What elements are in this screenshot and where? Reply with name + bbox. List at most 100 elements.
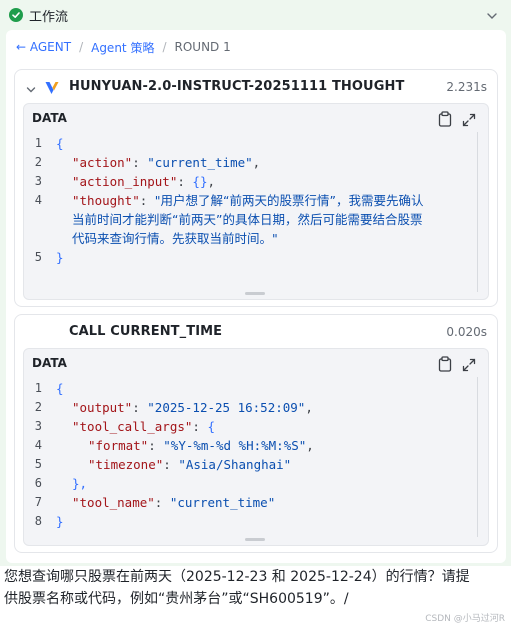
json-colon: :: [132, 155, 148, 170]
json-comma: ,: [252, 155, 261, 170]
code-line-wrap: 代码来查询行情。先获取当前时间。": [24, 229, 488, 248]
workflow-panel: 工作流 ← AGENT / Agent 策略 / ROUND 1 HUNYUAN…: [0, 0, 511, 566]
json-colon: :: [148, 438, 164, 453]
code-content: "action_input": {},: [72, 172, 215, 191]
json-colon: :: [192, 419, 208, 434]
json-colon: :: [163, 457, 179, 472]
breadcrumb-agent-strategy[interactable]: Agent 策略: [91, 39, 154, 56]
json-brace: {: [56, 381, 64, 396]
json-brace: },: [72, 476, 88, 491]
code-line: 2 "output": "2025-12-25 16:52:09",: [24, 398, 488, 417]
json-key: "tool_call_args": [72, 419, 193, 434]
code-line: 8 }: [24, 512, 488, 531]
json-colon: :: [139, 193, 155, 208]
line-number: 2: [34, 400, 42, 414]
json-brace: }: [56, 514, 64, 529]
line-number: 7: [34, 495, 42, 509]
thought-card-title: HUNYUAN-2.0-INSTRUCT-20251111 THOUGHT: [69, 79, 405, 94]
check-circle-icon: [9, 8, 23, 22]
code-line: 4 "format": "%Y-%m-%d %H:%M:%S",: [24, 436, 488, 455]
json-value: "2025-12-25 16:52:09": [147, 400, 306, 415]
thought-card: HUNYUAN-2.0-INSTRUCT-20251111 THOUGHT 2.…: [14, 69, 498, 307]
json-brace: }: [56, 250, 64, 265]
json-key: "output": [72, 400, 133, 415]
line-number: 5: [34, 457, 42, 471]
code-line: 1 {: [24, 379, 488, 398]
json-value: {}: [192, 174, 208, 189]
code-line: 6 },: [24, 474, 488, 493]
json-brace: {: [207, 419, 216, 434]
breadcrumb-separator: /: [162, 40, 167, 54]
chevron-down-icon[interactable]: [25, 81, 37, 93]
code-line: 3 "tool_call_args": {: [24, 417, 488, 436]
json-value: "current_time": [147, 155, 253, 170]
json-colon: :: [132, 400, 148, 415]
call-card-duration: 0.020s: [446, 325, 487, 339]
code-content: "format": "%Y-%m-%d %H:%M:%S",: [88, 436, 314, 455]
resize-handle[interactable]: [245, 292, 265, 295]
json-key: "timezone": [88, 457, 164, 472]
json-key: "action_input": [72, 174, 178, 189]
code-content: "tool_name": "current_time": [72, 493, 275, 512]
json-value-wrap: 当前时间才能判断“前两天”的具体日期，然后可能需要结合股票: [72, 212, 423, 227]
code-line: 5 "timezone": "Asia/Shanghai": [24, 455, 488, 474]
thought-card-duration: 2.231s: [446, 80, 487, 94]
json-value: "用户想了解“前两天的股票行情”，我需要先确认: [154, 193, 424, 208]
watermark: CSDN @小马过河R: [425, 614, 505, 624]
json-value-wrap: 代码来查询行情。先获取当前时间。": [72, 231, 278, 246]
json-value: "Asia/Shanghai": [178, 457, 292, 472]
code-line-wrap: 当前时间才能判断“前两天”的具体日期，然后可能需要结合股票: [24, 210, 488, 229]
json-value: "current_time": [169, 495, 276, 510]
line-number: 3: [34, 174, 42, 188]
json-comma: ,: [305, 400, 313, 415]
code-line: 2 "action": "current_time",: [24, 153, 488, 172]
code-line: 1 {: [24, 134, 488, 153]
thought-data-box: DATA 1 { 2 "action": "current_time", 3 "…: [23, 103, 489, 300]
code-content: "tool_call_args": {: [72, 417, 215, 436]
line-number: 4: [34, 438, 42, 452]
line-number: 5: [34, 250, 42, 264]
json-key: "thought": [72, 193, 140, 208]
code-line: 5 }: [24, 248, 488, 267]
code-content: "output": "2025-12-25 16:52:09",: [72, 398, 313, 417]
clipboard-icon[interactable]: [438, 356, 452, 372]
breadcrumb: ← AGENT / Agent 策略 / ROUND 1: [16, 38, 231, 56]
workflow-header[interactable]: 工作流: [0, 0, 511, 30]
data-label: DATA: [32, 111, 67, 125]
line-number: 2: [34, 155, 42, 169]
model-logo-icon: [44, 80, 60, 96]
code-content: "thought": "用户想了解“前两天的股票行情”，我需要先确认: [72, 191, 424, 210]
code-line: 4 "thought": "用户想了解“前两天的股票行情”，我需要先确认: [24, 191, 488, 210]
json-comma: ,: [207, 174, 216, 189]
resize-handle[interactable]: [245, 538, 265, 541]
json-key: "tool_name": [72, 495, 155, 510]
code-editor[interactable]: 1 { 2 "output": "2025-12-25 16:52:09", 3…: [24, 379, 488, 531]
json-value: "%Y-%m-%d %H:%M:%S": [163, 438, 307, 453]
line-number: 8: [34, 514, 42, 528]
code-editor[interactable]: 1 { 2 "action": "current_time", 3 "actio…: [24, 134, 488, 267]
json-colon: :: [154, 495, 170, 510]
json-key: "action": [72, 155, 133, 170]
message-line: 您想查询哪只股票在前两天（2025-12-23 和 2025-12-24）的行情…: [4, 569, 470, 585]
expand-icon[interactable]: [462, 357, 476, 372]
expand-icon[interactable]: [462, 112, 476, 127]
breadcrumb-separator: /: [79, 40, 84, 54]
breadcrumb-current: ROUND 1: [174, 40, 231, 54]
assistant-message: 您想查询哪只股票在前两天（2025-12-23 和 2025-12-24）的行情…: [4, 566, 504, 610]
workflow-detail: ← AGENT / Agent 策略 / ROUND 1 HUNYUAN-2.0…: [6, 30, 506, 563]
chevron-down-icon[interactable]: [485, 8, 499, 22]
clipboard-icon[interactable]: [438, 111, 452, 127]
workflow-title: 工作流: [29, 9, 69, 25]
code-line: 3 "action_input": {},: [24, 172, 488, 191]
thought-card-header[interactable]: HUNYUAN-2.0-INSTRUCT-20251111 THOUGHT 2.…: [15, 70, 497, 104]
call-card-header[interactable]: CALL CURRENT_TIME 0.020s: [15, 315, 497, 349]
message-line: 供股票名称或代码，例如“贵州茅台”或“SH600519”。/: [4, 591, 349, 607]
json-key: "format": [88, 438, 149, 453]
line-number: 3: [34, 419, 42, 433]
breadcrumb-back-agent[interactable]: ← AGENT: [16, 40, 71, 54]
code-line: 7 "tool_name": "current_time": [24, 493, 488, 512]
call-data-box: DATA 1 { 2 "output": "2025-12-25 16:52:0…: [23, 348, 489, 546]
json-colon: :: [177, 174, 193, 189]
code-content: "timezone": "Asia/Shanghai": [88, 455, 291, 474]
line-number: 4: [34, 193, 42, 207]
